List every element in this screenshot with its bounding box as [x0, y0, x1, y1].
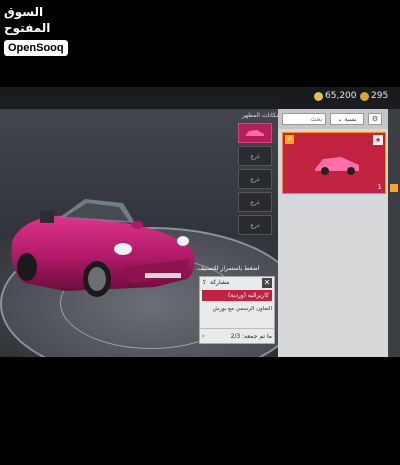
collection-label: ما تم جمعه:	[242, 333, 272, 340]
divider	[200, 328, 274, 329]
coin-amount: 65,200	[325, 91, 357, 101]
car-item-icon	[315, 157, 359, 175]
slot-armor-1[interactable]: ذرع	[238, 146, 272, 166]
watermark-latin: OpenSooq	[4, 40, 68, 56]
share-icon: ⇪	[202, 279, 208, 286]
car-model[interactable]	[5, 187, 205, 317]
uc-icon	[360, 91, 369, 101]
close-icon[interactable]: ✕	[262, 278, 272, 288]
coin-counter: 65,200	[314, 91, 357, 101]
collection-row[interactable]: ‹ ما تم جمعه: 2/3	[202, 333, 272, 340]
filter-icon[interactable]: ⚙	[368, 113, 382, 125]
hold-hint: اضغط باستمرار للتصنيف.	[196, 265, 260, 272]
slot-armor-4[interactable]: ذرع	[238, 215, 272, 235]
top-bar: 65,200 295	[0, 87, 400, 109]
category-strip[interactable]	[388, 109, 400, 357]
item-card-porsche[interactable]: ✓ ★ 1	[282, 132, 386, 194]
inventory-panel: بحث ⌄ نسبة ⚙ ✓ ★ 1	[278, 109, 388, 357]
sort-label: نسبة	[344, 115, 357, 123]
item-count: 1	[377, 183, 382, 191]
share-button[interactable]: ⇪ مشاركة	[202, 279, 229, 286]
item-popup: ⇪ مشاركة ✕ كاريراليه (وردية) التعاون الر…	[199, 276, 275, 344]
appearance-label: إمكانات المظهر	[242, 112, 282, 119]
collection-status: ما تم جمعه: 2/3	[231, 333, 272, 340]
watermark-arabic: السوق المفتوح	[4, 5, 51, 35]
brand-badge-icon: ★	[373, 135, 383, 145]
game-viewport: 65,200 295 إمكانات المظهر ذرع ذرع ذرع ذر…	[0, 87, 400, 357]
car-thumb-icon	[246, 130, 264, 136]
chevron-down-icon: ⌄	[337, 115, 345, 123]
share-label: مشاركة	[210, 279, 230, 286]
category-check-icon	[390, 184, 398, 192]
uc-counter: 295	[360, 91, 388, 101]
coin-icon	[314, 91, 323, 101]
item-description: التعاون الرسمي مع بورش	[212, 306, 272, 312]
sort-dropdown[interactable]: ⌄ نسبة	[330, 113, 364, 125]
search-input[interactable]: بحث	[282, 113, 326, 125]
slot-car[interactable]	[238, 123, 272, 143]
selected-check-icon: ✓	[285, 135, 294, 144]
slot-armor-3[interactable]: ذرع	[238, 192, 272, 212]
panel-header: بحث ⌄ نسبة ⚙	[278, 109, 388, 129]
slot-armor-2[interactable]: ذرع	[238, 169, 272, 189]
chevron-left-icon: ‹	[202, 333, 205, 340]
collection-count: 2/3	[230, 333, 241, 340]
item-name: كاريراليه (وردية)	[202, 290, 272, 301]
slot-column: ذرع ذرع ذرع ذرع	[238, 123, 274, 238]
opensooq-watermark: السوق المفتوح OpenSooq	[4, 4, 80, 56]
uc-amount: 295	[371, 91, 389, 101]
